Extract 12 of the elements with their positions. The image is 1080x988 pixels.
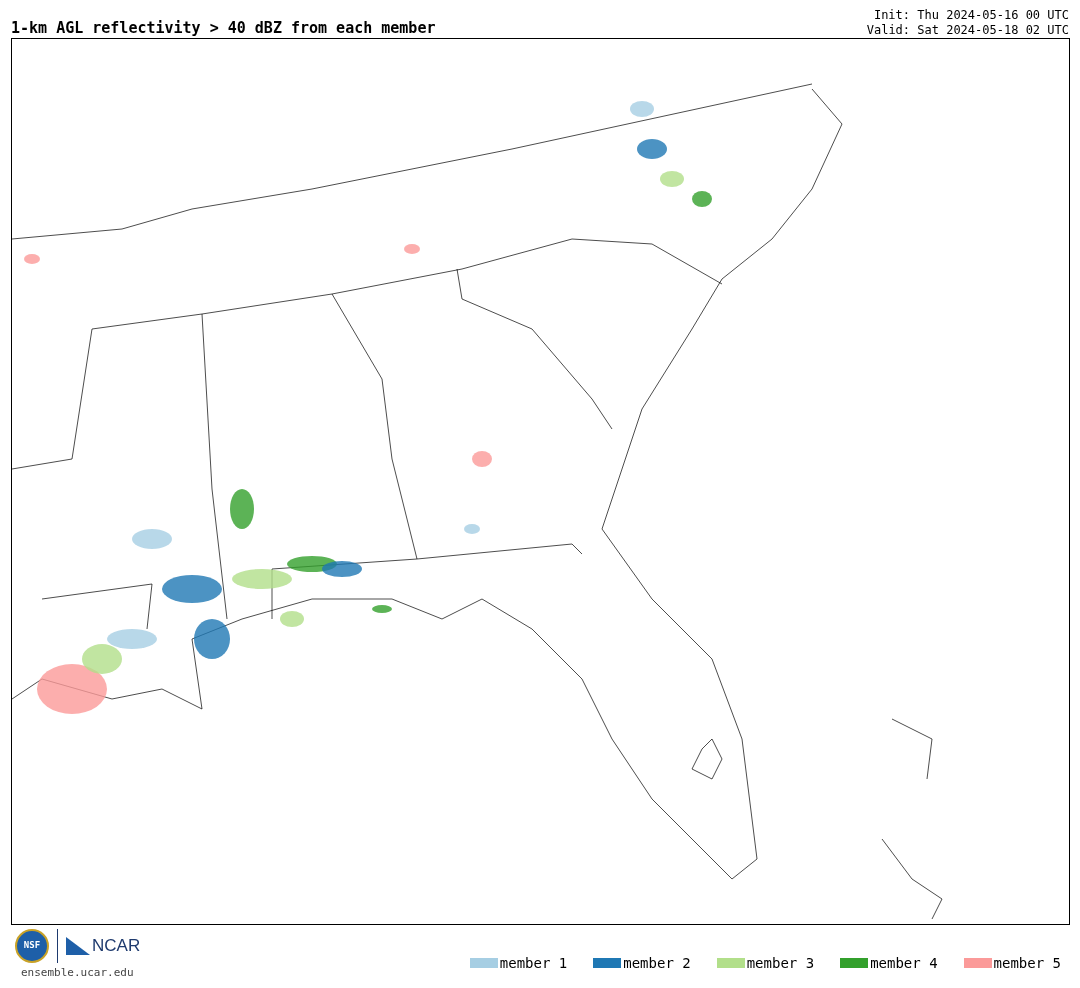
ncar-icon	[66, 937, 90, 955]
legend-label: member 2	[623, 953, 691, 973]
legend-label: member 3	[746, 953, 815, 973]
website-url: ensemble.ucar.edu	[20, 965, 134, 981]
init-time: Init: Thu 2024-05-16 00 UTC	[873, 8, 1069, 23]
legend-label: member 1	[499, 953, 568, 973]
chart-title: 1-km AGL reflectivity > 40 dBZ from each member	[11, 19, 436, 38]
legend-label: member 5	[993, 953, 1061, 973]
nsf-logo: NSF	[15, 929, 49, 963]
ncar-logo-text: NCAR	[92, 935, 141, 958]
valid-time: Valid: Sat 2024-05-18 02 UTC	[866, 23, 1069, 38]
legend-label: member 4	[870, 953, 938, 973]
